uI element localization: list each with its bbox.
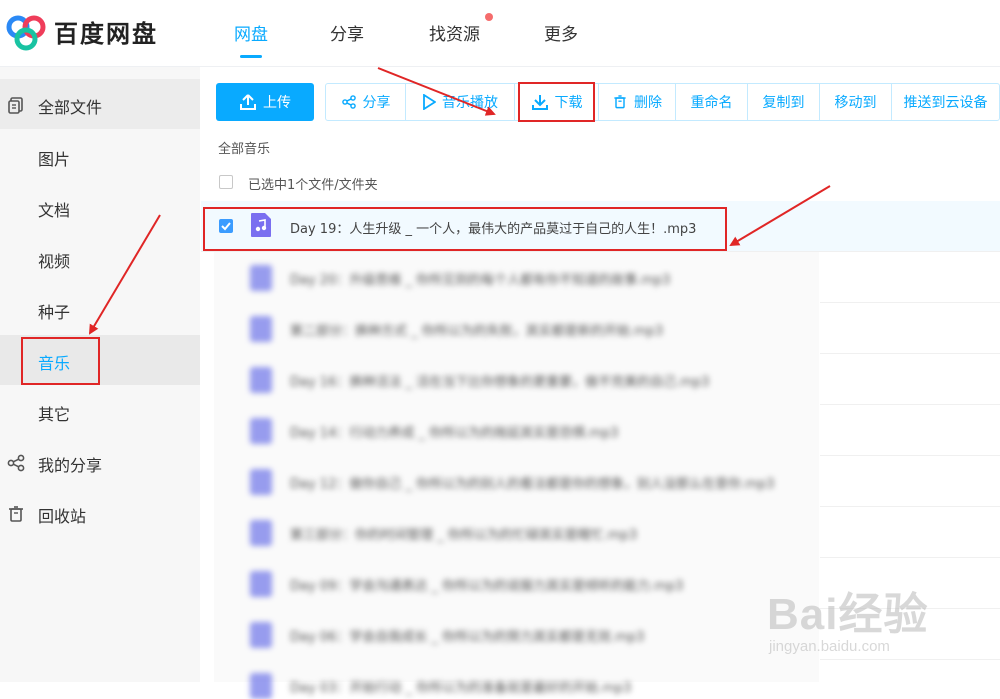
- push-to-device-button[interactable]: 推送到云设备: [891, 83, 1000, 121]
- share-button[interactable]: 分享: [325, 83, 406, 121]
- list-item[interactable]: 第二部分：换种方式 _ 你所以为的失败，其实都是新的开始.mp3: [214, 303, 819, 355]
- highlight-box-selected-file: [203, 207, 727, 251]
- sidebar-item-label: 回收站: [38, 507, 87, 526]
- rename-button[interactable]: 重命名: [675, 83, 748, 121]
- upload-label: 上传: [263, 95, 291, 111]
- baidu-netdisk-logo: [6, 15, 46, 51]
- tab-more[interactable]: 更多: [544, 20, 578, 45]
- active-tab-indicator: [240, 55, 262, 58]
- row-divider: [820, 353, 1000, 354]
- notification-dot: [485, 13, 493, 21]
- sidebar-item-all-files[interactable]: 全部文件: [0, 79, 200, 129]
- sidebar-item-label: 全部文件: [38, 98, 103, 117]
- play-music-label: 音乐播放: [442, 95, 498, 111]
- tab-netdisk[interactable]: 网盘: [234, 20, 268, 45]
- sidebar-item-torrents[interactable]: 种子: [0, 284, 200, 334]
- sidebar-item-documents[interactable]: 文档: [0, 182, 200, 232]
- baidu-jingyan-watermark: Bai经验 jingyan.baidu.com: [767, 578, 987, 668]
- move-to-button[interactable]: 移动到: [819, 83, 892, 121]
- sidebar-item-label: 我的分享: [38, 456, 103, 475]
- music-file-icon: [250, 418, 272, 444]
- sidebar-item-label: 文档: [38, 201, 71, 220]
- sidebar-item-videos[interactable]: 视频: [0, 233, 200, 283]
- breadcrumb: 全部音乐: [218, 142, 271, 157]
- file-name: Day 03：开始行动 _ 你所以为的准备就是最好的开始.mp3: [290, 681, 632, 696]
- file-name: Day 09：学会沟通表达 _ 你所以为的说服力其实是倾听的能力.mp3: [290, 579, 684, 594]
- selection-status: 已选中1个文件/文件夹: [248, 178, 378, 193]
- sidebar-item-label: 视频: [38, 252, 71, 271]
- share-icon: [7, 454, 25, 472]
- upload-icon: [240, 94, 256, 110]
- copy-to-button[interactable]: 复制到: [747, 83, 820, 121]
- tab-find-resources[interactable]: 找资源: [429, 20, 480, 45]
- share-icon: [341, 95, 356, 109]
- delete-button[interactable]: 删除: [598, 83, 676, 121]
- sidebar-item-label: 种子: [38, 303, 71, 322]
- file-name: Day 06：学会自我成长 _ 你所以为的努力其实都是无效.mp3: [290, 630, 645, 645]
- upload-button[interactable]: 上传: [216, 83, 314, 121]
- sidebar-item-my-shares[interactable]: 我的分享: [0, 437, 200, 487]
- music-file-icon: [250, 622, 272, 648]
- row-divider: [820, 506, 1000, 507]
- file-name: Day 14：行动力养成 _ 你所以为的拖延其实是恐惧.mp3: [290, 426, 619, 441]
- music-file-icon: [250, 265, 272, 291]
- watermark-text: Bai经验: [767, 590, 929, 639]
- file-name: Day 16：换种活法 _ 活在当下比你想象的更重要，做不完美的自己.mp3: [290, 375, 710, 390]
- music-file-icon: [250, 469, 272, 495]
- music-file-icon: [250, 571, 272, 597]
- file-name: Day 12：做你自己 _ 你所以为的别人的看法都是你的想象，别人没那么在意你.…: [290, 477, 775, 492]
- play-icon: [423, 94, 436, 110]
- delete-label: 删除: [634, 95, 662, 111]
- list-item[interactable]: Day 12：做你自己 _ 你所以为的别人的看法都是你的想象，别人没那么在意你.…: [214, 456, 819, 508]
- highlight-box-music: [21, 337, 100, 385]
- row-divider: [820, 455, 1000, 456]
- list-item[interactable]: Day 03：开始行动 _ 你所以为的准备就是最好的开始.mp3: [214, 660, 819, 699]
- list-item[interactable]: Day 14：行动力养成 _ 你所以为的拖延其实是恐惧.mp3: [214, 405, 819, 457]
- row-divider: [820, 557, 1000, 558]
- sidebar-item-recycle-bin[interactable]: 回收站: [0, 488, 200, 538]
- sidebar-item-label: 图片: [38, 150, 71, 169]
- file-name: 第三部分：你的时间管理 _ 你所以为的忙碌其实是瞎忙.mp3: [290, 528, 638, 543]
- sidebar-item-other[interactable]: 其它: [0, 386, 200, 436]
- tab-share[interactable]: 分享: [330, 20, 364, 45]
- file-name: Day 20：升级思维 _ 你所见到的每个人都有你不知道的故事.mp3: [290, 273, 671, 288]
- trash-icon: [9, 506, 23, 522]
- file-icon: [8, 97, 23, 114]
- music-file-icon: [250, 316, 272, 342]
- list-item[interactable]: Day 09：学会沟通表达 _ 你所以为的说服力其实是倾听的能力.mp3: [214, 558, 819, 610]
- top-header: 百度网盘 网盘 分享 找资源 更多: [0, 0, 1000, 67]
- brand-title: 百度网盘: [54, 20, 158, 48]
- share-label: 分享: [362, 95, 391, 111]
- list-item[interactable]: 第三部分：你的时间管理 _ 你所以为的忙碌其实是瞎忙.mp3: [214, 507, 819, 559]
- music-file-icon: [250, 520, 272, 546]
- file-name: 第二部分：换种方式 _ 你所以为的失败，其实都是新的开始.mp3: [290, 324, 664, 339]
- music-file-icon: [250, 673, 272, 699]
- sidebar-item-images[interactable]: 图片: [0, 131, 200, 181]
- watermark-url: jingyan.baidu.com: [769, 638, 890, 655]
- list-item[interactable]: Day 06：学会自我成长 _ 你所以为的努力其实都是无效.mp3: [214, 609, 819, 661]
- highlight-box-download: [518, 82, 595, 122]
- row-divider: [820, 404, 1000, 405]
- select-all-checkbox[interactable]: [219, 175, 233, 189]
- play-music-button[interactable]: 音乐播放: [405, 83, 515, 121]
- list-item[interactable]: Day 20：升级思维 _ 你所见到的每个人都有你不知道的故事.mp3: [214, 252, 819, 304]
- music-file-icon: [250, 367, 272, 393]
- list-item[interactable]: Day 16：换种活法 _ 活在当下比你想象的更重要，做不完美的自己.mp3: [214, 354, 819, 406]
- trash-icon: [614, 95, 626, 109]
- row-divider: [820, 302, 1000, 303]
- sidebar-item-label: 其它: [38, 405, 71, 424]
